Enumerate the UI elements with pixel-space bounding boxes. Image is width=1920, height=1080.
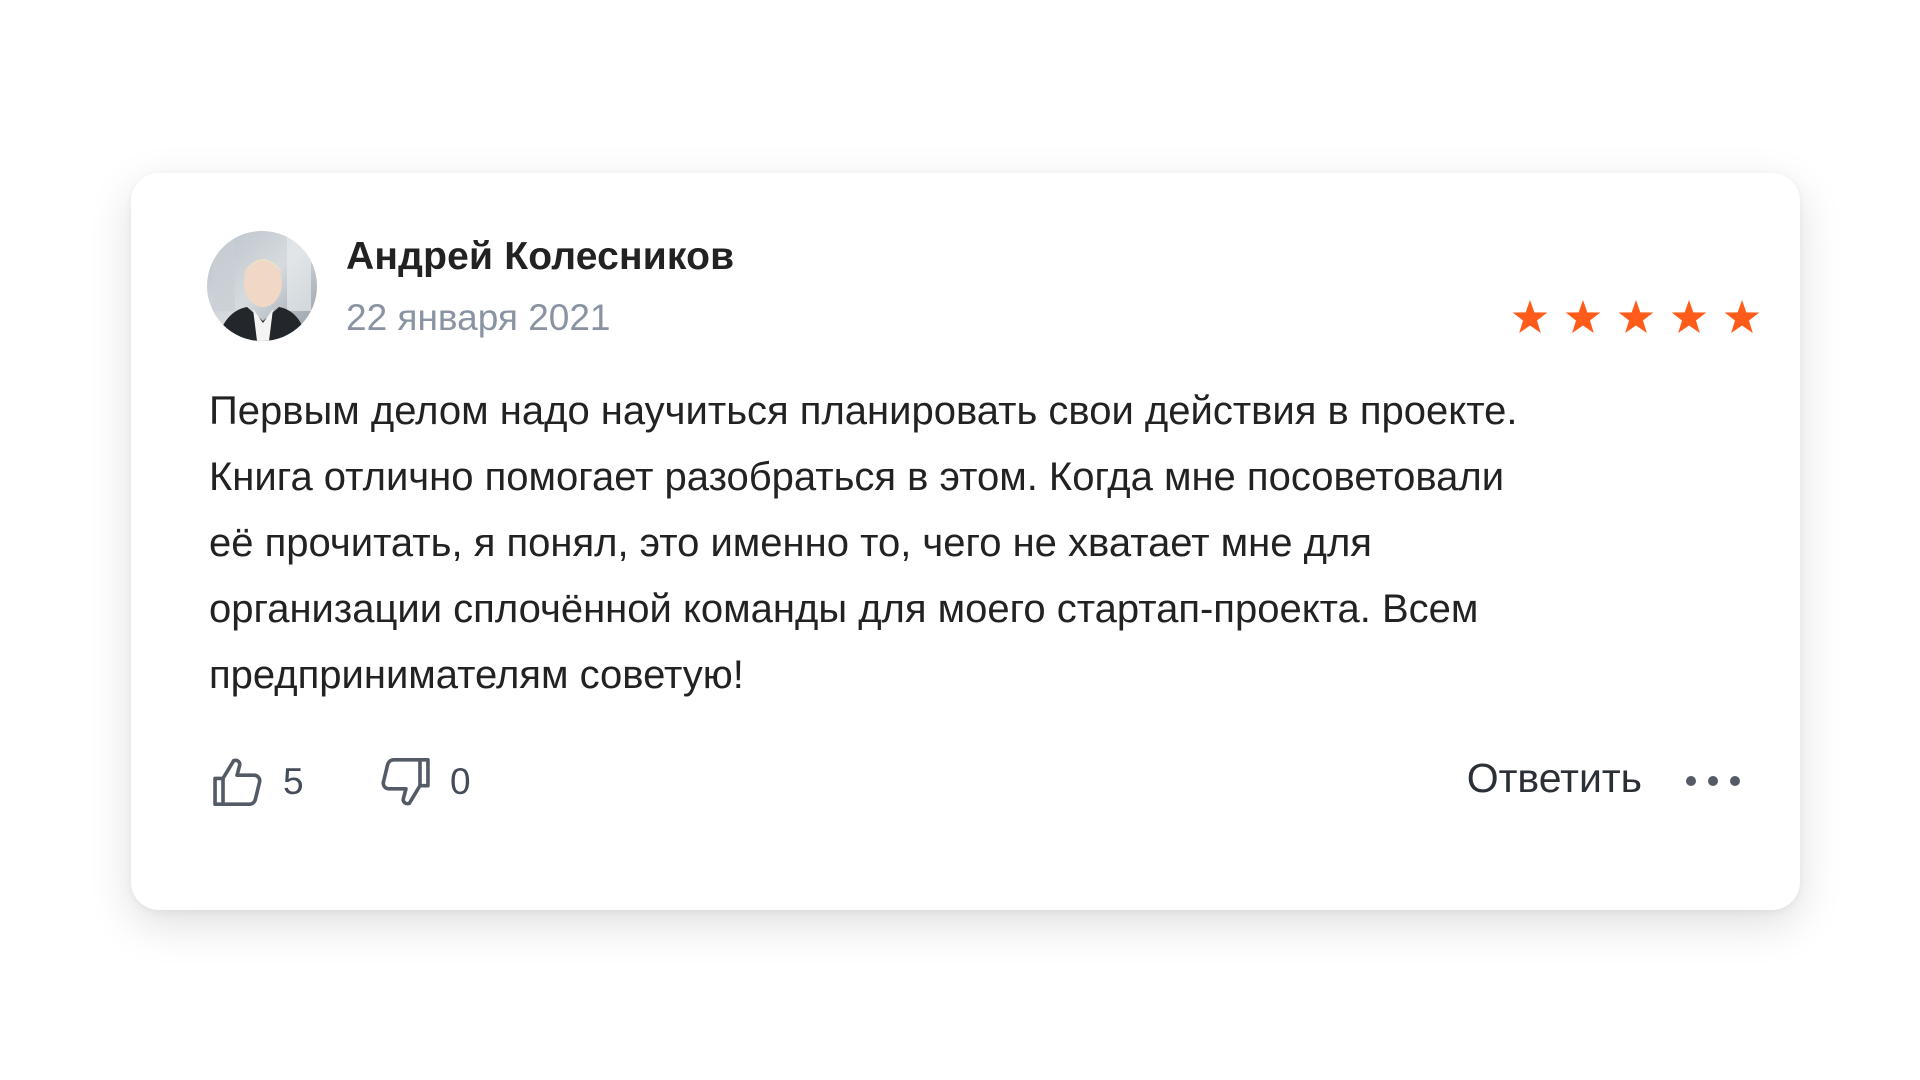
user-photo — [207, 231, 317, 341]
review-text-line: организации сплочённой команды для моего… — [209, 587, 1479, 631]
star-icon — [1671, 300, 1707, 333]
avatar[interactable] — [207, 231, 317, 341]
review-text-line: Книга отлично помогает разобраться в это… — [209, 455, 1505, 499]
more-horizontal-icon[interactable] — [1686, 771, 1740, 791]
review-date: 22 января 2021 — [346, 297, 611, 338]
author-name[interactable]: Андрей Колесников — [346, 235, 734, 279]
rating-stars — [1510, 297, 1762, 337]
dislike-count: 0 — [450, 761, 471, 802]
star-icon — [1618, 300, 1654, 333]
review-text: Первым делом надо научиться планировать … — [209, 378, 1749, 708]
star-icon — [1724, 300, 1760, 333]
thumbs-up-icon — [213, 758, 262, 807]
review-text-line: Первым делом надо научиться планировать … — [209, 389, 1518, 433]
dislike-button[interactable]: 0 — [376, 753, 471, 811]
like-button[interactable]: 5 — [209, 753, 304, 811]
review-text-line: предпринимателям советую! — [209, 653, 744, 697]
review-text-line: её прочитать, я понял, это именно то, че… — [209, 521, 1372, 565]
thumbs-down-icon — [381, 757, 430, 806]
like-count: 5 — [283, 761, 304, 802]
star-icon — [1565, 300, 1601, 333]
star-icon — [1512, 300, 1548, 333]
review-card: Андрей Колесников 22 января 2021 Первым … — [131, 173, 1800, 910]
reply-button[interactable]: Ответить — [1467, 755, 1642, 802]
